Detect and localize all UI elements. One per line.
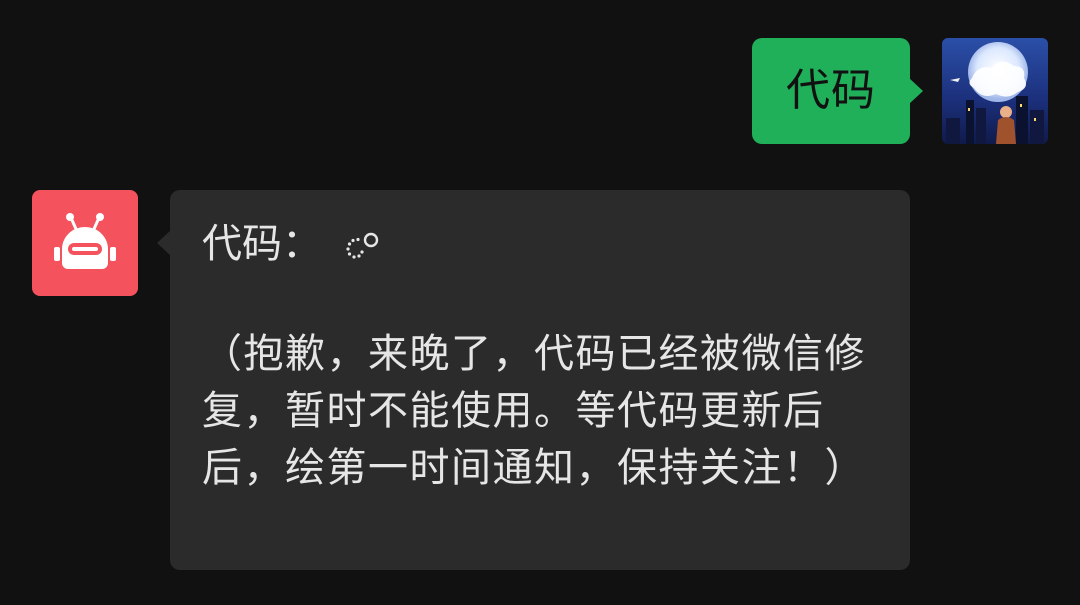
- reply-header: 代码：: [202, 216, 880, 272]
- reply-body-text: （抱歉，来晚了，代码已经被微信修复，暂时不能使用。等代码更新后后，绘第一时间通知…: [202, 331, 866, 491]
- chat-view: 代码 代码： （抱歉，来晚了，代码已经被微信修复，暂时不能使用。等代码更新后后，…: [0, 0, 1080, 605]
- bot-avatar[interactable]: [32, 190, 138, 296]
- robot-icon: [54, 213, 116, 269]
- outgoing-message-row: 代码: [752, 38, 1048, 144]
- incoming-message-row: 代码： （抱歉，来晚了，代码已经被微信修复，暂时不能使用。等代码更新后后，绘第一…: [32, 190, 910, 570]
- user-avatar[interactable]: [942, 38, 1048, 144]
- outgoing-message-text: 代码: [786, 65, 876, 116]
- user-avatar-image: [942, 38, 1048, 144]
- reply-header-text: 代码：: [202, 221, 322, 267]
- incoming-message-bubble[interactable]: 代码： （抱歉，来晚了，代码已经被微信修复，暂时不能使用。等代码更新后后，绘第一…: [157, 190, 910, 570]
- loading-dots-icon: [346, 232, 379, 259]
- outgoing-message-bubble[interactable]: 代码: [752, 38, 923, 144]
